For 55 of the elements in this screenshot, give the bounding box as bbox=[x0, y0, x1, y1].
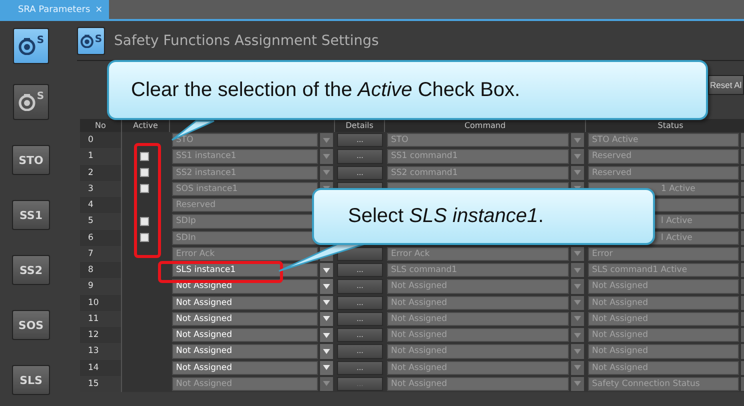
row-number: 1 bbox=[80, 148, 122, 164]
tab-title: SRA Parameters bbox=[18, 4, 90, 14]
function-dropdown[interactable]: Not Assigned bbox=[172, 328, 318, 342]
tool-letter: S bbox=[36, 91, 44, 102]
status-dropdown[interactable]: Not Assigned bbox=[588, 328, 739, 342]
status-dropdown[interactable]: Not Assigned bbox=[588, 279, 739, 294]
row-number: 2 bbox=[80, 164, 122, 181]
row-number: 10 bbox=[80, 294, 122, 311]
row-number: 15 bbox=[80, 376, 122, 392]
column-header: Details bbox=[335, 119, 385, 132]
close-icon[interactable]: × bbox=[95, 4, 103, 14]
document-tab[interactable]: SRA Parameters × bbox=[0, 0, 109, 19]
row-number: 3 bbox=[80, 180, 122, 197]
status-dropdown[interactable]: STO Active bbox=[588, 133, 739, 148]
tool-button[interactable]: S bbox=[13, 84, 49, 120]
badge-letter: S bbox=[94, 34, 102, 44]
column-header: Command bbox=[385, 119, 586, 132]
status-dropdown[interactable]: SLS command1 Active bbox=[588, 263, 739, 278]
tool-button[interactable]: S bbox=[13, 28, 49, 64]
status-dropdown[interactable]: Reserved bbox=[588, 166, 739, 180]
row-number: 5 bbox=[80, 213, 122, 230]
function-button[interactable]: SOS bbox=[12, 310, 50, 340]
function-button[interactable]: SS1 bbox=[12, 200, 50, 230]
status-dropdown[interactable]: Not Assigned bbox=[588, 360, 739, 375]
row-number: 0 bbox=[80, 132, 122, 148]
column-header: Active bbox=[122, 119, 170, 132]
row-number: 14 bbox=[80, 360, 122, 376]
callout-text: Clear the selection of the Active Check Box. bbox=[131, 78, 520, 102]
function-button[interactable]: SLS bbox=[12, 365, 50, 395]
page-title: Safety Functions Assignment Settings bbox=[114, 32, 379, 48]
function-dropdown[interactable]: Not Assigned bbox=[172, 344, 318, 358]
row-number: 9 bbox=[80, 278, 122, 294]
row-number: 8 bbox=[80, 262, 122, 278]
tool-letter: S bbox=[36, 35, 44, 46]
function-dropdown[interactable]: Not Assigned bbox=[172, 360, 318, 375]
row-number: 7 bbox=[80, 246, 122, 262]
status-dropdown[interactable]: Not Assigned bbox=[588, 312, 739, 326]
row-number: 13 bbox=[80, 343, 122, 360]
function-button[interactable]: SS2 bbox=[12, 255, 50, 285]
function-dropdown[interactable]: Not Assigned bbox=[172, 296, 318, 310]
function-button[interactable]: STO bbox=[12, 145, 50, 175]
row-number: 6 bbox=[80, 230, 122, 246]
row-number: 4 bbox=[80, 197, 122, 214]
column-header: Status bbox=[586, 119, 744, 132]
reset-all-button[interactable]: Reset Al bbox=[708, 75, 744, 95]
status-dropdown[interactable]: Error bbox=[588, 246, 739, 261]
function-dropdown[interactable]: Not Assigned bbox=[172, 312, 318, 326]
status-dropdown[interactable]: Not Assigned bbox=[588, 296, 739, 310]
callout-text: Select SLS instance1. bbox=[348, 205, 544, 228]
row-number: 11 bbox=[80, 310, 122, 327]
row-number: 12 bbox=[80, 327, 122, 344]
status-dropdown[interactable]: Reserved bbox=[588, 149, 739, 164]
status-dropdown[interactable]: Not Assigned bbox=[588, 344, 739, 358]
column-header: No bbox=[80, 119, 122, 132]
status-dropdown[interactable]: Safety Connection Status bbox=[588, 376, 739, 391]
